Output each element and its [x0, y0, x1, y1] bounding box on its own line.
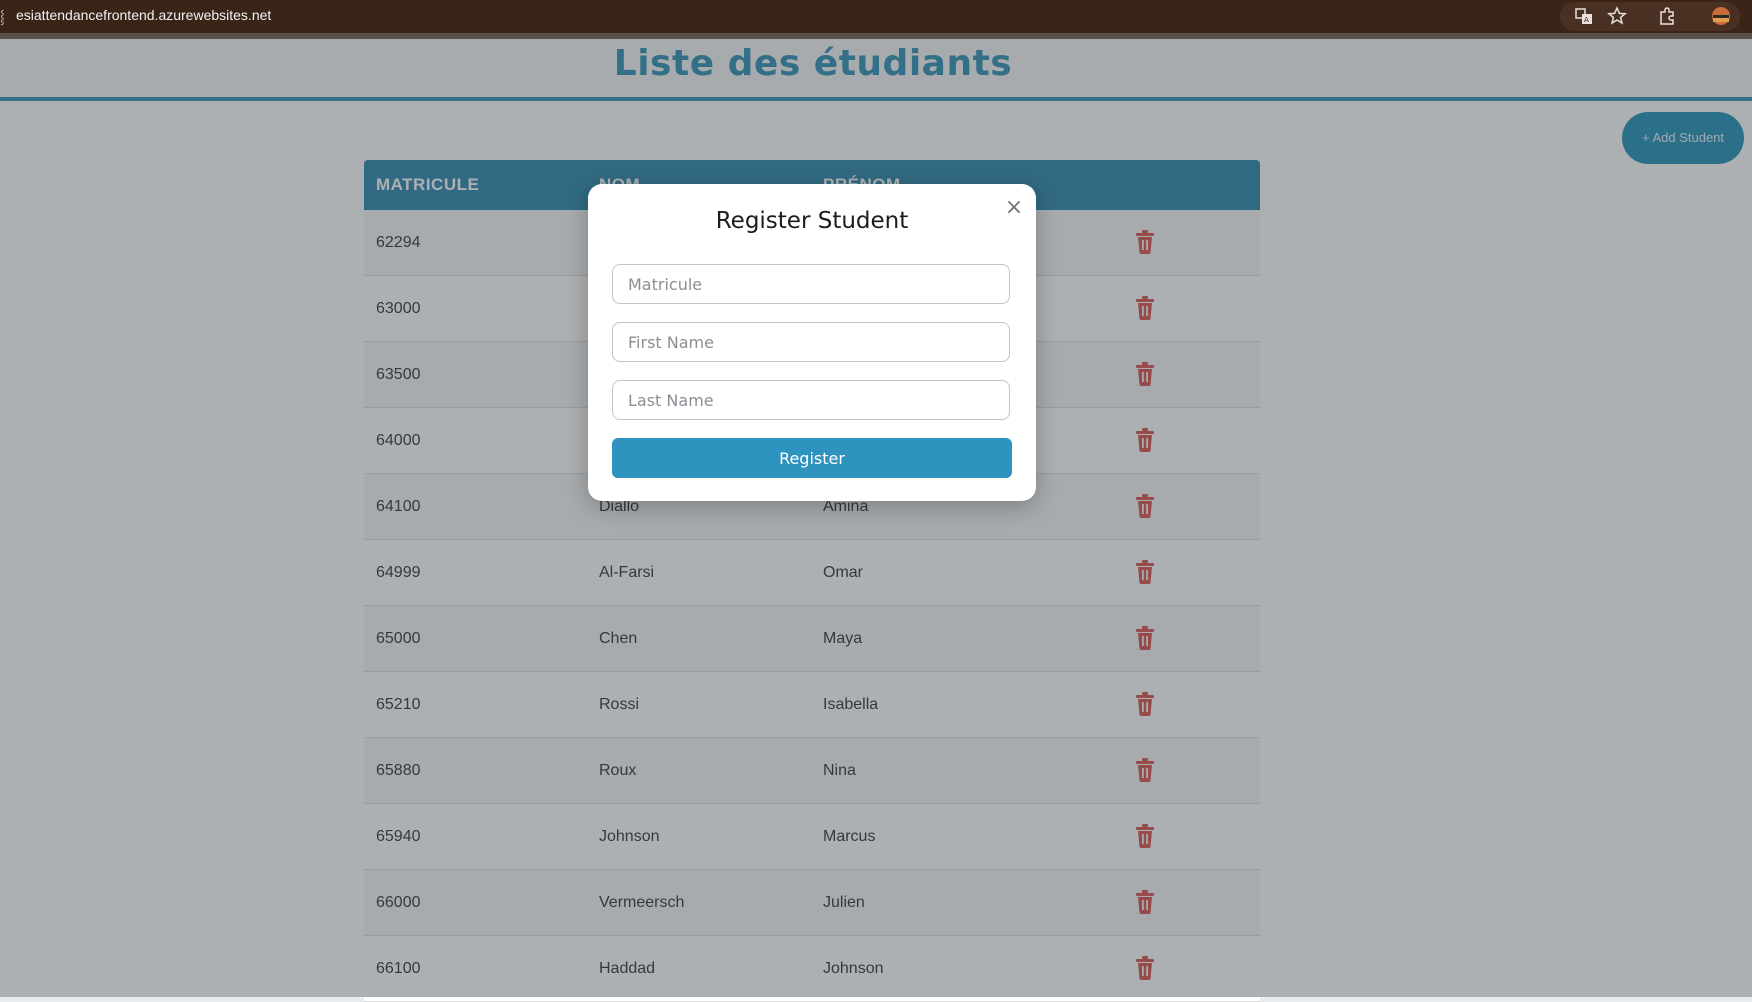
star-icon[interactable] — [1607, 6, 1627, 26]
last-name-input[interactable] — [612, 380, 1010, 420]
first-name-input[interactable] — [612, 322, 1010, 362]
register-button[interactable]: Register — [612, 438, 1012, 478]
svg-text:A: A — [1584, 16, 1589, 24]
site-info-icon[interactable]: ⸾ — [0, 7, 5, 25]
translate-icon[interactable]: A — [1574, 6, 1594, 26]
register-student-modal: Register Student × Register — [588, 184, 1036, 501]
address-bar[interactable]: esiattendancefrontend.azurewebsites.net — [16, 7, 271, 23]
extensions-icon[interactable] — [1657, 6, 1677, 26]
close-icon[interactable]: × — [1004, 197, 1024, 219]
modal-backdrop[interactable] — [0, 33, 1752, 997]
matricule-input[interactable] — [612, 264, 1010, 304]
profile-avatar[interactable] — [1711, 6, 1731, 26]
browser-toolbar: ⸾ esiattendancefrontend.azurewebsites.ne… — [0, 0, 1752, 33]
modal-title: Register Student — [715, 208, 909, 234]
